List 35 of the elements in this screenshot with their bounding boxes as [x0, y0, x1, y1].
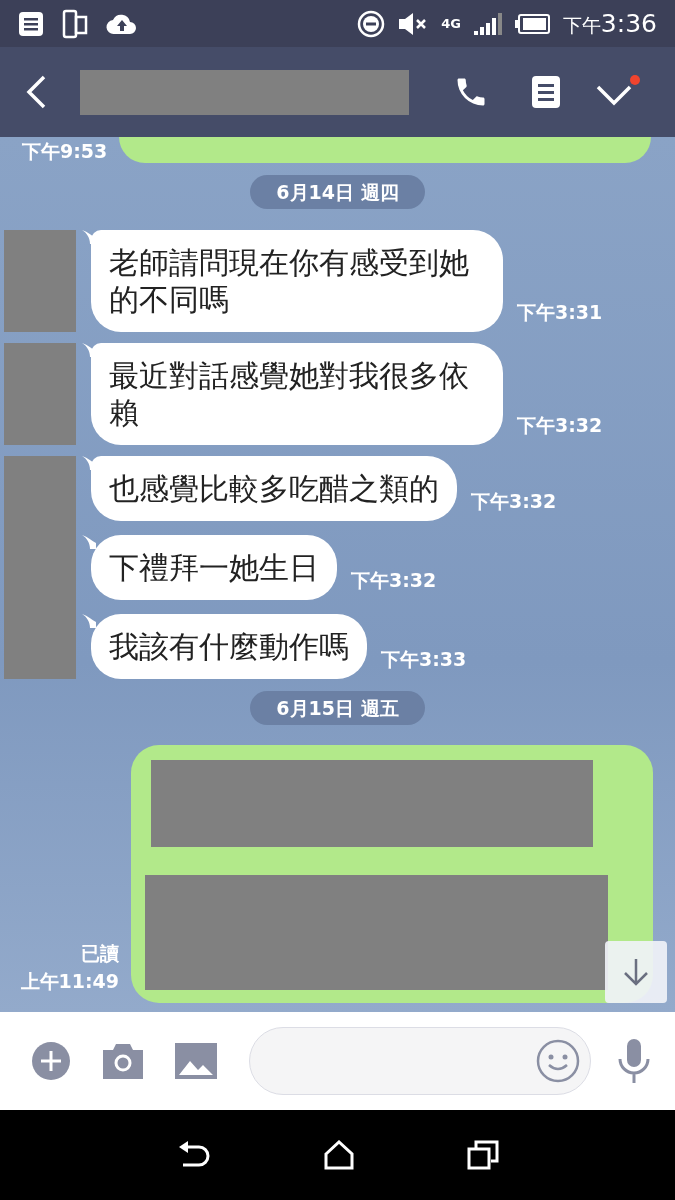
read-receipt: 已讀 [81, 941, 119, 966]
notes-icon [18, 10, 44, 37]
message-time: 下午3:32 [517, 413, 603, 438]
add-icon[interactable] [31, 1041, 71, 1081]
message-bubble: 我該有什麼動作嗎 [91, 614, 367, 679]
down-arrow-icon[interactable] [622, 957, 650, 987]
message-bubble: 下禮拜一她生日 [91, 535, 337, 600]
date-chip: 6月14日 週四 [250, 175, 425, 209]
message-bubble: 最近對話感覺她對我很多依賴 [91, 343, 503, 445]
message-time: 下午3:32 [471, 489, 557, 514]
home-icon[interactable] [323, 1140, 354, 1170]
bubble-tail [82, 614, 96, 628]
do-not-disturb-icon [357, 9, 386, 38]
message-bubble: 也感覺比較多吃醋之類的 [91, 456, 457, 521]
camera-icon[interactable] [103, 1043, 143, 1079]
battery-icon [514, 12, 551, 35]
message-time: 下午9:53 [22, 139, 108, 163]
message-time: 上午11:49 [20, 969, 119, 994]
devices-icon [62, 8, 88, 39]
back-icon[interactable] [24, 74, 48, 110]
emoji-icon[interactable] [536, 1039, 580, 1083]
network-type: 4G [441, 17, 461, 30]
signal-icon [472, 11, 503, 36]
message-bubble: 老師請問現在你有感受到她的不同嗎 [91, 230, 503, 332]
message-time: 下午3:32 [351, 568, 437, 593]
date-chip: 6月15日 週五 [250, 691, 425, 725]
recent-apps-icon[interactable] [466, 1140, 499, 1170]
bubble-tail [82, 535, 96, 549]
image-icon[interactable] [175, 1043, 217, 1079]
note-icon[interactable] [531, 75, 561, 109]
scroll-down-button[interactable] [605, 941, 667, 1003]
message-time: 下午3:33 [381, 647, 467, 672]
microphone-icon[interactable] [617, 1039, 651, 1083]
clock: 下午3:36 [562, 8, 657, 39]
message-time: 下午3:31 [517, 300, 603, 325]
